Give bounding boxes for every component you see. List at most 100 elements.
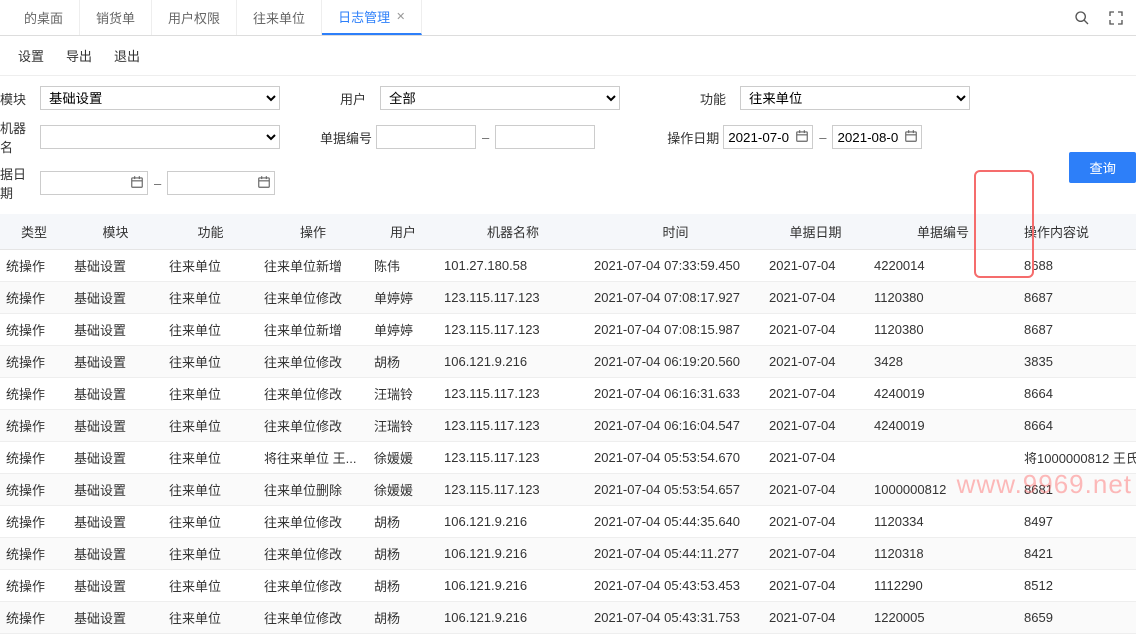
export-button[interactable]: 导出	[66, 46, 92, 65]
dash: –	[482, 130, 489, 145]
tab-sales[interactable]: 销货单	[80, 0, 152, 35]
cell-func: 往来单位	[163, 442, 258, 474]
col-type[interactable]: 类型	[0, 214, 68, 250]
cell-op: 往来单位修改	[258, 506, 368, 538]
cell-user: 胡杨	[368, 538, 438, 570]
cell-content: 8497	[1018, 506, 1136, 538]
search-icon[interactable]	[1074, 10, 1090, 26]
col-module[interactable]: 模块	[68, 214, 163, 250]
user-label: 用户	[340, 89, 376, 108]
table-row[interactable]: 统操作基础设置往来单位往来单位修改胡杨106.121.9.2162021-07-…	[0, 602, 1136, 634]
cell-bill_date: 2021-07-04	[763, 378, 868, 410]
col-func[interactable]: 功能	[163, 214, 258, 250]
table-row[interactable]: 统操作基础设置往来单位往来单位修改胡杨106.121.9.2162021-07-…	[0, 538, 1136, 570]
cell-machine: 123.115.117.123	[438, 314, 588, 346]
col-user[interactable]: 用户	[368, 214, 438, 250]
tab-contacts[interactable]: 往来单位	[237, 0, 322, 35]
cell-func: 往来单位	[163, 570, 258, 602]
cell-bill_date: 2021-07-04	[763, 346, 868, 378]
cell-op: 往来单位修改	[258, 538, 368, 570]
op-date-from-input[interactable]	[723, 125, 813, 149]
cell-user: 单婷婷	[368, 282, 438, 314]
cell-module: 基础设置	[68, 378, 163, 410]
cell-content: 8681	[1018, 474, 1136, 506]
bill-no-from-input[interactable]	[376, 125, 476, 149]
cell-bill_no: 4240019	[868, 410, 1018, 442]
cell-time: 2021-07-04 07:33:59.450	[588, 250, 763, 282]
cell-bill_date: 2021-07-04	[763, 282, 868, 314]
cell-machine: 123.115.117.123	[438, 474, 588, 506]
op-date-to-input[interactable]	[832, 125, 922, 149]
user-select[interactable]: 全部	[380, 86, 620, 110]
cell-time: 2021-07-04 05:43:53.453	[588, 570, 763, 602]
table-row[interactable]: 统操作基础设置往来单位往来单位修改胡杨106.121.9.2162021-07-…	[0, 346, 1136, 378]
table-row[interactable]: 统操作基础设置往来单位往来单位新增单婷婷123.115.117.1232021-…	[0, 314, 1136, 346]
col-op[interactable]: 操作	[258, 214, 368, 250]
cell-func: 往来单位	[163, 346, 258, 378]
cell-time: 2021-07-04 05:53:54.670	[588, 442, 763, 474]
cell-bill_date: 2021-07-04	[763, 506, 868, 538]
cell-bill_date: 2021-07-04	[763, 314, 868, 346]
cell-time: 2021-07-04 06:16:04.547	[588, 410, 763, 442]
cell-func: 往来单位	[163, 474, 258, 506]
table-row[interactable]: 统操作基础设置往来单位往来单位修改胡杨106.121.9.2162021-07-…	[0, 570, 1136, 602]
bill-no-to-input[interactable]	[495, 125, 595, 149]
tab-desktop[interactable]: 的桌面	[8, 0, 80, 35]
cell-func: 往来单位	[163, 282, 258, 314]
cell-bill_date: 2021-07-04	[763, 474, 868, 506]
table-row[interactable]: 统操作基础设置往来单位往来单位修改胡杨106.121.9.2162021-07-…	[0, 506, 1136, 538]
table-row[interactable]: 统操作基础设置往来单位将往来单位 王...徐媛媛123.115.117.1232…	[0, 442, 1136, 474]
cell-bill_date: 2021-07-04	[763, 602, 868, 634]
cell-op: 往来单位删除	[258, 474, 368, 506]
cell-bill_no: 3428	[868, 346, 1018, 378]
col-bill-no[interactable]: 单据编号	[868, 214, 1018, 250]
cell-type: 统操作	[0, 282, 68, 314]
table-row[interactable]: 统操作基础设置往来单位往来单位修改单婷婷123.115.117.1232021-…	[0, 282, 1136, 314]
table-row[interactable]: 统操作基础设置往来单位往来单位删除徐媛媛123.115.117.1232021-…	[0, 474, 1136, 506]
cell-module: 基础设置	[68, 570, 163, 602]
cell-module: 基础设置	[68, 282, 163, 314]
cell-bill_no: 1120334	[868, 506, 1018, 538]
table-row[interactable]: 统操作基础设置往来单位往来单位修改汪瑞铃123.115.117.1232021-…	[0, 378, 1136, 410]
cell-content: 3835	[1018, 346, 1136, 378]
cell-machine: 123.115.117.123	[438, 410, 588, 442]
col-time[interactable]: 时间	[588, 214, 763, 250]
bill-date-label: 据日期	[0, 164, 36, 202]
fullscreen-icon[interactable]	[1108, 10, 1124, 26]
cell-op: 往来单位新增	[258, 250, 368, 282]
query-button[interactable]: 查询	[1069, 152, 1136, 183]
machine-select[interactable]	[40, 125, 280, 149]
cell-type: 统操作	[0, 506, 68, 538]
exit-button[interactable]: 退出	[114, 46, 140, 65]
cell-op: 往来单位修改	[258, 570, 368, 602]
col-machine[interactable]: 机器名称	[438, 214, 588, 250]
bill-date-from-input[interactable]	[40, 171, 148, 195]
cell-bill_date: 2021-07-04	[763, 538, 868, 570]
tab-permissions[interactable]: 用户权限	[152, 0, 237, 35]
cell-type: 统操作	[0, 538, 68, 570]
col-content[interactable]: 操作内容说	[1018, 214, 1136, 250]
cell-machine: 106.121.9.216	[438, 570, 588, 602]
cell-bill_date: 2021-07-04	[763, 570, 868, 602]
table-row[interactable]: 统操作基础设置往来单位往来单位新增陈伟101.27.180.582021-07-…	[0, 250, 1136, 282]
cell-module: 基础设置	[68, 602, 163, 634]
table-header-row: 类型 模块 功能 操作 用户 机器名称 时间 单据日期 单据编号 操作内容说	[0, 214, 1136, 250]
cell-func: 往来单位	[163, 250, 258, 282]
cell-module: 基础设置	[68, 506, 163, 538]
cell-user: 汪瑞铃	[368, 378, 438, 410]
log-table: 类型 模块 功能 操作 用户 机器名称 时间 单据日期 单据编号 操作内容说 统…	[0, 214, 1136, 634]
module-label: 模块	[0, 89, 36, 108]
module-select[interactable]: 基础设置	[40, 86, 280, 110]
toolbar: 设置 导出 退出	[0, 36, 1136, 76]
table-row[interactable]: 统操作基础设置往来单位往来单位修改汪瑞铃123.115.117.1232021-…	[0, 410, 1136, 442]
bill-date-to-input[interactable]	[167, 171, 275, 195]
close-icon[interactable]: ✕	[396, 10, 405, 23]
settings-button[interactable]: 设置	[18, 46, 44, 65]
cell-user: 陈伟	[368, 250, 438, 282]
col-bill-date[interactable]: 单据日期	[763, 214, 868, 250]
tab-log-management[interactable]: 日志管理 ✕	[322, 0, 422, 35]
cell-module: 基础设置	[68, 346, 163, 378]
cell-type: 统操作	[0, 314, 68, 346]
func-select[interactable]: 往来单位	[740, 86, 970, 110]
cell-machine: 106.121.9.216	[438, 602, 588, 634]
